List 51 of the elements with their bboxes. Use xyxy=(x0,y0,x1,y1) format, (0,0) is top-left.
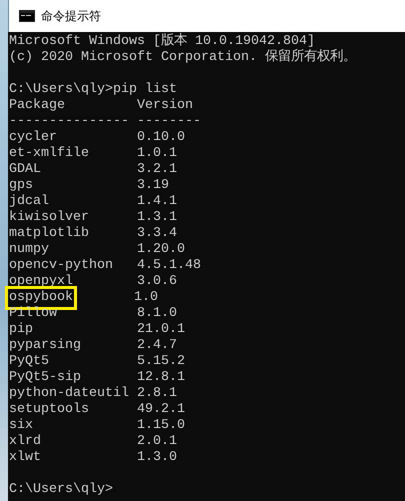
package-version: 1.0.1 xyxy=(137,146,177,162)
package-name: gps xyxy=(9,178,34,194)
package-version: 4.5.1.48 xyxy=(137,258,201,274)
package-version: 3.0.6 xyxy=(137,274,177,290)
window-title: 命令提示符 xyxy=(41,8,101,24)
package-version: 5.15.2 xyxy=(137,354,185,370)
package-version: 3.2.1 xyxy=(137,162,177,178)
package-name: et-xmlfile xyxy=(9,146,90,162)
package-name: PyQt5 xyxy=(9,354,50,370)
package-version: 3.19 xyxy=(137,178,169,194)
package-name: pyparsing xyxy=(9,338,82,354)
package-version: 1.4.1 xyxy=(137,194,177,210)
package-version: 8.1.0 xyxy=(137,306,177,322)
package-name: xlwt xyxy=(9,450,42,466)
separator-text: --------------- xyxy=(9,114,130,130)
package-version: 3.3.4 xyxy=(137,226,177,242)
banner-text: Microsoft Windows [版本 10.0.19042.804] xyxy=(9,34,315,49)
package-name: pip xyxy=(9,322,34,338)
package-name: six xyxy=(9,418,34,434)
package-version: 1.15.0 xyxy=(137,418,185,434)
package-version: 0.10.0 xyxy=(137,130,185,146)
banner-text: (c) 2020 Microsoft Corporation. 保留所有权利。 xyxy=(9,50,356,65)
separator-text: -------- xyxy=(137,114,201,130)
package-name: matplotlib xyxy=(9,226,90,242)
package-version: 2.0.1 xyxy=(137,434,177,450)
column-header: Package xyxy=(9,98,66,114)
package-name: opencv-python xyxy=(9,258,114,274)
package-version: 2.8.1 xyxy=(137,386,177,402)
package-name: python-dateutil xyxy=(9,386,130,402)
package-version: 1.0 xyxy=(134,290,158,306)
prompt-text: C:\Users\qly> xyxy=(9,482,113,497)
package-name: cycler xyxy=(9,130,58,146)
command-line: C:\Users\qly>pip list xyxy=(9,82,177,97)
package-name: numpy xyxy=(9,242,50,258)
package-name: openpyxl xyxy=(9,274,74,290)
terminal-icon xyxy=(19,10,35,22)
package-version: 2.4.7 xyxy=(137,338,177,354)
package-name: setuptools xyxy=(9,402,90,418)
package-name: kiwisolver xyxy=(9,210,90,226)
package-name: Pillow xyxy=(9,306,58,322)
package-name: GDAL xyxy=(9,162,42,178)
package-version: 1.20.0 xyxy=(137,242,185,258)
package-version: 21.0.1 xyxy=(137,322,185,338)
package-version: 12.8.1 xyxy=(137,370,185,386)
package-name: xlrd xyxy=(9,434,42,450)
column-header: Version xyxy=(137,98,193,114)
package-version: 1.3.1 xyxy=(137,210,177,226)
package-version: 1.3.0 xyxy=(137,450,177,466)
package-version: 49.2.1 xyxy=(137,402,185,418)
package-name: PyQt5-sip xyxy=(9,370,82,386)
package-name: jdcal xyxy=(9,194,50,210)
